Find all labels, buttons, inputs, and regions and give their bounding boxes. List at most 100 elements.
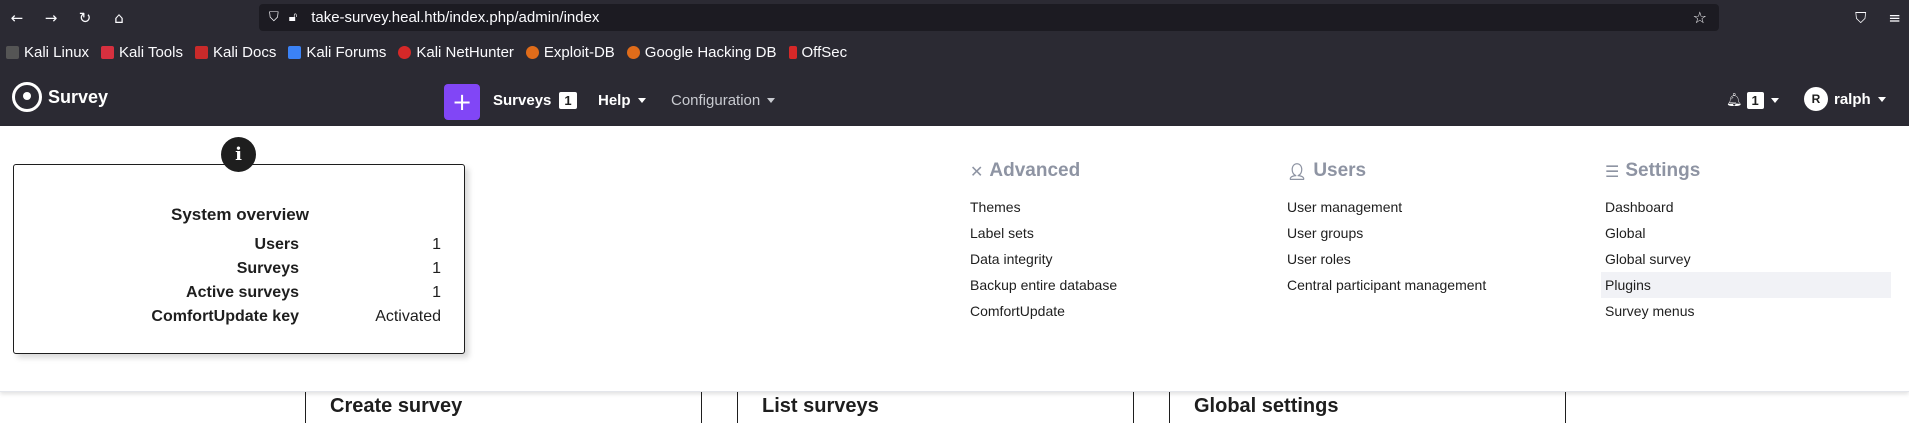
- url-bar[interactable]: ⛉ 🔓︎ take-survey.heal.htb/index.php/admi…: [259, 4, 1719, 31]
- menu-item-survey-menus[interactable]: Survey menus: [1605, 298, 1891, 324]
- exploit-db-icon: [525, 46, 539, 59]
- menu-item-user-groups[interactable]: User groups: [1287, 220, 1486, 246]
- bookmark-kali-linux[interactable]: Kali Linux: [6, 44, 89, 61]
- nav-surveys[interactable]: Surveys 1: [493, 92, 577, 109]
- settings-column: ☰ Settings Dashboard Global Global surve…: [1601, 160, 1891, 324]
- menu-item-user-management[interactable]: User management: [1287, 194, 1486, 220]
- users-heading: 👤︎ Users: [1287, 160, 1486, 182]
- menu-item-dashboard[interactable]: Dashboard: [1605, 194, 1891, 220]
- app-navbar: Survey + Surveys 1 Help Configuration 🔔︎…: [0, 70, 1909, 126]
- bookmark-label: Kali Docs: [212, 44, 277, 61]
- shield-icon[interactable]: ⛉: [269, 10, 279, 25]
- avatar: R: [1804, 87, 1828, 111]
- forward-icon[interactable]: →: [34, 0, 68, 35]
- bookmark-google-hacking-db[interactable]: Google Hacking DB: [626, 44, 777, 61]
- overview-value: 1: [432, 284, 441, 301]
- bookmark-kali-docs[interactable]: Kali Docs: [194, 44, 277, 61]
- reload-icon[interactable]: ↻: [68, 0, 102, 35]
- surveys-count-badge: 1: [559, 92, 577, 109]
- kali-docs-icon: [194, 46, 208, 59]
- bell-icon: 🔔︎: [1726, 93, 1743, 108]
- kali-forums-icon: [288, 46, 302, 59]
- user-menu[interactable]: R ralph: [1804, 87, 1886, 111]
- settings-heading: ☰ Settings: [1605, 160, 1891, 182]
- bookmark-kali-tools[interactable]: Kali Tools: [101, 44, 183, 61]
- advanced-heading: ✕ Advanced: [970, 160, 1117, 182]
- overview-label: Users: [254, 236, 299, 253]
- chevron-down-icon: [1770, 98, 1779, 103]
- bookmark-kali-forums[interactable]: Kali Forums: [288, 44, 386, 61]
- nav-configuration-label: Configuration: [671, 92, 761, 109]
- offsec-icon: [788, 46, 797, 59]
- notifications-menu[interactable]: 🔔︎ 1: [1726, 92, 1779, 109]
- settings-icon: ☰: [1605, 161, 1620, 181]
- overview-label: Surveys: [236, 260, 299, 277]
- brand-logo[interactable]: Survey: [12, 82, 108, 112]
- overview-row: Surveys 1: [14, 260, 466, 284]
- kali-linux-icon: [6, 46, 19, 59]
- menu-item-label-sets[interactable]: Label sets: [970, 220, 1117, 246]
- bookmark-label: Kali NetHunter: [416, 44, 514, 61]
- nav-configuration[interactable]: Configuration: [671, 92, 776, 109]
- chevron-down-icon: [1877, 96, 1886, 102]
- menu-item-user-roles[interactable]: User roles: [1287, 246, 1486, 272]
- back-icon[interactable]: ←: [0, 0, 34, 35]
- bookmark-label: Kali Tools: [119, 44, 183, 61]
- overview-row: ComfortUpdate key Activated: [14, 308, 466, 332]
- overview-value: 1: [432, 260, 441, 277]
- url-text[interactable]: take-survey.heal.htb/index.php/admin/ind…: [311, 9, 599, 26]
- card-title: List surveys: [762, 395, 879, 417]
- bookmark-offsec[interactable]: OffSec: [788, 44, 848, 61]
- create-survey-button[interactable]: +: [444, 84, 480, 120]
- info-icon: i: [221, 137, 256, 172]
- menu-item-global-survey[interactable]: Global survey: [1605, 246, 1891, 272]
- menu-item-global[interactable]: Global: [1605, 220, 1891, 246]
- bookmark-label: OffSec: [801, 44, 848, 61]
- chevron-down-icon: [637, 98, 646, 103]
- system-overview-box: System overview Users 1 Surveys 1 Active…: [13, 164, 465, 354]
- menu-item-backup-database[interactable]: Backup entire database: [970, 272, 1117, 298]
- kali-nethunter-icon: [398, 46, 412, 59]
- bookmark-label: Google Hacking DB: [644, 44, 777, 61]
- bookmark-star-icon[interactable]: ☆: [1693, 8, 1707, 27]
- overview-row: Active surveys 1: [14, 284, 466, 308]
- brand-name: Survey: [48, 86, 109, 107]
- overview-value: Activated: [375, 308, 441, 325]
- card-global-settings[interactable]: Global settings: [1169, 392, 1566, 423]
- card-title: Global settings: [1194, 395, 1339, 417]
- google-hacking-db-icon: [626, 46, 640, 59]
- card-title: Create survey: [330, 395, 463, 417]
- pocket-icon[interactable]: ⛉: [1855, 9, 1866, 27]
- user-icon: 👤︎: [1287, 161, 1308, 181]
- menu-item-central-participant-management[interactable]: Central participant management: [1287, 272, 1486, 298]
- nav-help[interactable]: Help: [598, 92, 646, 109]
- bookmark-label: Kali Forums: [306, 44, 387, 61]
- users-column: 👤︎ Users User management User groups Use…: [1287, 160, 1486, 298]
- bookmark-label: Kali Linux: [24, 44, 90, 61]
- bookmark-exploit-db[interactable]: Exploit-DB: [525, 44, 615, 61]
- nav-surveys-label: Surveys: [493, 92, 552, 109]
- survey-logo-icon: [12, 82, 42, 112]
- overview-value: 1: [432, 236, 441, 253]
- menu-item-themes[interactable]: Themes: [970, 194, 1117, 220]
- user-name: ralph: [1834, 90, 1871, 108]
- bookmarks-bar: Kali Linux Kali Tools Kali Docs Kali For…: [0, 35, 1909, 70]
- menu-item-plugins[interactable]: Plugins: [1601, 272, 1891, 298]
- extensions-icon[interactable]: ≡: [1888, 9, 1901, 27]
- users-title: Users: [1313, 160, 1367, 181]
- home-icon[interactable]: ⌂: [102, 0, 136, 35]
- overview-label: ComfortUpdate key: [151, 308, 299, 325]
- nav-help-label: Help: [598, 92, 631, 109]
- card-list-surveys[interactable]: List surveys: [737, 392, 1134, 423]
- chevron-down-icon: [767, 98, 776, 103]
- menu-item-comfortupdate[interactable]: ComfortUpdate: [970, 298, 1117, 324]
- overview-label: Active surveys: [186, 284, 299, 301]
- lock-icon[interactable]: 🔓︎: [289, 10, 297, 25]
- menu-item-data-integrity[interactable]: Data integrity: [970, 246, 1117, 272]
- tools-icon: ✕: [970, 161, 984, 181]
- bookmark-kali-nethunter[interactable]: Kali NetHunter: [398, 44, 514, 61]
- bookmark-label: Exploit-DB: [543, 44, 615, 61]
- overview-title: System overview: [171, 205, 309, 224]
- card-create-survey[interactable]: Create survey: [305, 392, 702, 423]
- advanced-column: ✕ Advanced Themes Label sets Data integr…: [970, 160, 1117, 324]
